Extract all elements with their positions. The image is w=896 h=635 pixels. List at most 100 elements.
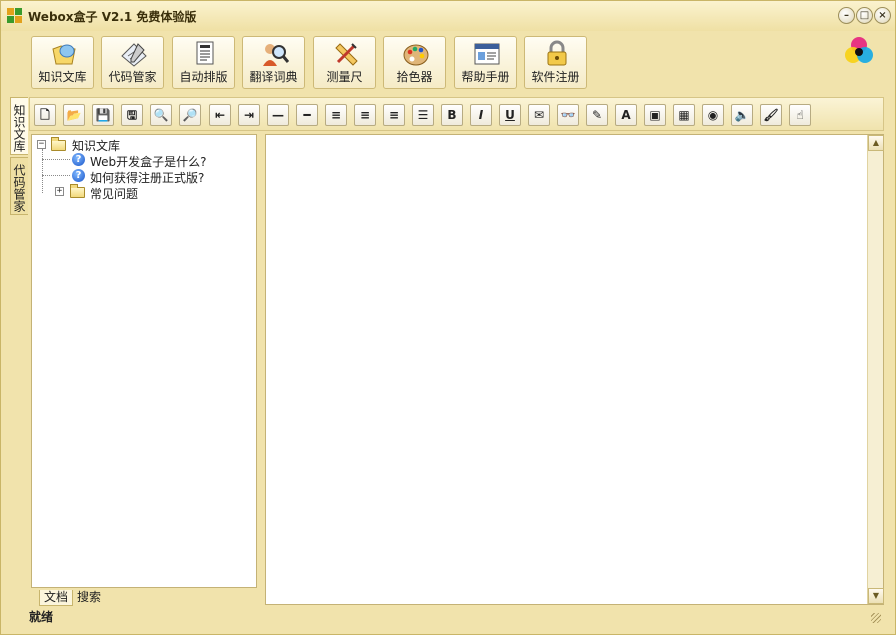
maximize-button[interactable]: □ — [856, 7, 873, 24]
color-picker-button[interactable]: 拾色器 — [383, 36, 446, 89]
outdent-icon: ⇤ — [214, 108, 226, 122]
color-picker-icon — [403, 44, 429, 66]
color-picker-label: 拾色器 — [396, 70, 433, 84]
window-title: Webox盒子 V2.1 免费体验版 — [28, 10, 197, 24]
palette-button[interactable]: ✎ — [586, 104, 608, 126]
question-doc-icon: ? — [72, 169, 85, 182]
underline-button[interactable]: U — [499, 104, 521, 126]
open-folder-button[interactable]: 📂 — [63, 104, 85, 126]
find-button[interactable]: 🔎 — [179, 104, 201, 126]
title-bar[interactable]: Webox盒子 V2.1 免费体验版 – □ × — [1, 1, 895, 31]
tab-documents[interactable]: 文档 — [39, 590, 74, 606]
insert-image-button[interactable]: ▣ — [644, 104, 666, 126]
dictionary-icon — [263, 44, 289, 66]
tree-expand-toggle[interactable]: + — [55, 187, 64, 196]
palette-icon: ✎ — [591, 108, 603, 122]
tree-connector — [42, 175, 70, 176]
editor-area[interactable]: ▲ ▼ — [265, 134, 884, 605]
globe-icon: ◉ — [707, 108, 719, 122]
preview-button[interactable]: 🔍 — [150, 104, 172, 126]
minimize-button[interactable]: – — [838, 7, 855, 24]
ruler-button[interactable]: 测量尺 — [313, 36, 376, 89]
outdent-button[interactable]: ⇤ — [209, 104, 231, 126]
status-text: 就绪 — [29, 610, 54, 624]
align-left-button[interactable]: ≡ — [325, 104, 347, 126]
code-manager-label: 代码管家 — [108, 70, 157, 84]
new-doc-button[interactable]: 🗋 — [34, 104, 56, 126]
code-manager-button[interactable]: 代码管家 — [101, 36, 164, 89]
hand-icon: ☝ — [796, 108, 804, 122]
editor-content[interactable] — [270, 139, 863, 600]
resize-grip-icon[interactable] — [871, 613, 881, 623]
color-circles-logo-icon — [845, 37, 873, 63]
side-tab-knowledge[interactable]: 知识文库 — [10, 97, 28, 155]
close-button[interactable]: × — [874, 7, 891, 24]
folder-icon — [70, 184, 85, 198]
sound-button[interactable]: 🔈 — [731, 104, 753, 126]
webox-logo-icon — [7, 8, 23, 24]
preview-icon: 🔍 — [153, 108, 169, 122]
brush-icon: 🖌 — [763, 108, 779, 122]
scroll-up-button[interactable]: ▲ — [868, 135, 884, 151]
register-button[interactable]: 软件注册 — [524, 36, 587, 89]
tree-item-label: 常见问题 — [90, 187, 139, 201]
new-doc-icon: 🗋 — [40, 108, 50, 122]
help-manual-icon — [474, 43, 500, 65]
align-center-icon: ≡ — [359, 108, 371, 122]
align-right-icon: ≡ — [388, 108, 400, 122]
font-color-icon: A — [621, 108, 631, 122]
vertical-scrollbar[interactable]: ▲ ▼ — [867, 135, 884, 604]
ruler-label: 测量尺 — [326, 70, 363, 84]
align-right-button[interactable]: ≡ — [383, 104, 405, 126]
format-toolbar: 🗋 📂 💾 🖫 🔍 🔎 ⇤ ⇥ — ━ ≡ ≡ ≡ ☰ B I U ✉ 👓 ✎ A ▣ ▦ ◉ 🔈 🖌 ☝ — [29, 97, 884, 131]
save-as-button[interactable]: 🖫 — [121, 104, 143, 126]
open-folder-icon: 📂 — [66, 108, 82, 122]
underline-icon: U — [505, 108, 515, 122]
knowledge-library-button[interactable]: 知识文库 — [31, 36, 94, 89]
save-button[interactable]: 💾 — [92, 104, 114, 126]
horizontal-rule-button[interactable]: — — [267, 104, 289, 126]
side-tab-code[interactable]: 代码管家 — [10, 157, 28, 215]
horizontal-line-button[interactable]: ━ — [296, 104, 318, 126]
tree-collapse-toggle[interactable]: − — [37, 140, 46, 149]
help-manual-button[interactable]: 帮助手册 — [454, 36, 517, 89]
find-icon: 🔎 — [182, 108, 198, 122]
sound-icon: 🔈 — [734, 108, 750, 122]
scroll-down-button[interactable]: ▼ — [868, 588, 884, 604]
insert-link-button[interactable]: ✉ — [528, 104, 550, 126]
brush-button[interactable]: 🖌 — [760, 104, 782, 126]
auto-format-button[interactable]: 自动排版 — [172, 36, 235, 89]
align-center-button[interactable]: ≡ — [354, 104, 376, 126]
italic-button[interactable]: I — [470, 104, 492, 126]
insert-table-button[interactable]: ▦ — [673, 104, 695, 126]
font-color-button[interactable]: A — [615, 104, 637, 126]
align-left-icon: ≡ — [330, 108, 342, 122]
ruler-icon — [335, 43, 358, 66]
auto-format-icon — [196, 41, 214, 65]
bold-button[interactable]: B — [441, 104, 463, 126]
app-window: Webox盒子 V2.1 免费体验版 – □ × 知识文库 代码管家 自动排版 … — [0, 0, 896, 635]
justify-button[interactable]: ☰ — [412, 104, 434, 126]
dictionary-button[interactable]: 翻译词典 — [242, 36, 305, 89]
insert-link-icon: ✉ — [533, 108, 545, 122]
justify-icon: ☰ — [417, 108, 429, 122]
indent-button[interactable]: ⇥ — [238, 104, 260, 126]
tree-connector — [42, 159, 70, 160]
indent-icon: ⇥ — [243, 108, 255, 122]
save-as-icon: 🖫 — [126, 108, 138, 122]
tab-search[interactable]: 搜索 — [73, 590, 105, 606]
dictionary-label: 翻译词典 — [249, 70, 298, 84]
italic-icon: I — [478, 108, 484, 122]
register-label: 软件注册 — [531, 70, 580, 84]
hand-button[interactable]: ☝ — [789, 104, 811, 126]
save-icon: 💾 — [95, 108, 111, 122]
insert-image-icon: ▣ — [649, 108, 661, 122]
horizontal-rule-icon: — — [272, 108, 284, 122]
question-doc-icon: ? — [72, 153, 85, 166]
help-manual-label: 帮助手册 — [461, 70, 510, 84]
knowledge-library-label: 知识文库 — [38, 70, 87, 84]
globe-button[interactable]: ◉ — [702, 104, 724, 126]
auto-format-label: 自动排版 — [179, 70, 228, 84]
binoculars-button[interactable]: 👓 — [557, 104, 579, 126]
main-toolbar: 知识文库 代码管家 自动排版 翻译词典 测量尺 拾色器 帮助手册 软件注册 — [8, 31, 888, 93]
